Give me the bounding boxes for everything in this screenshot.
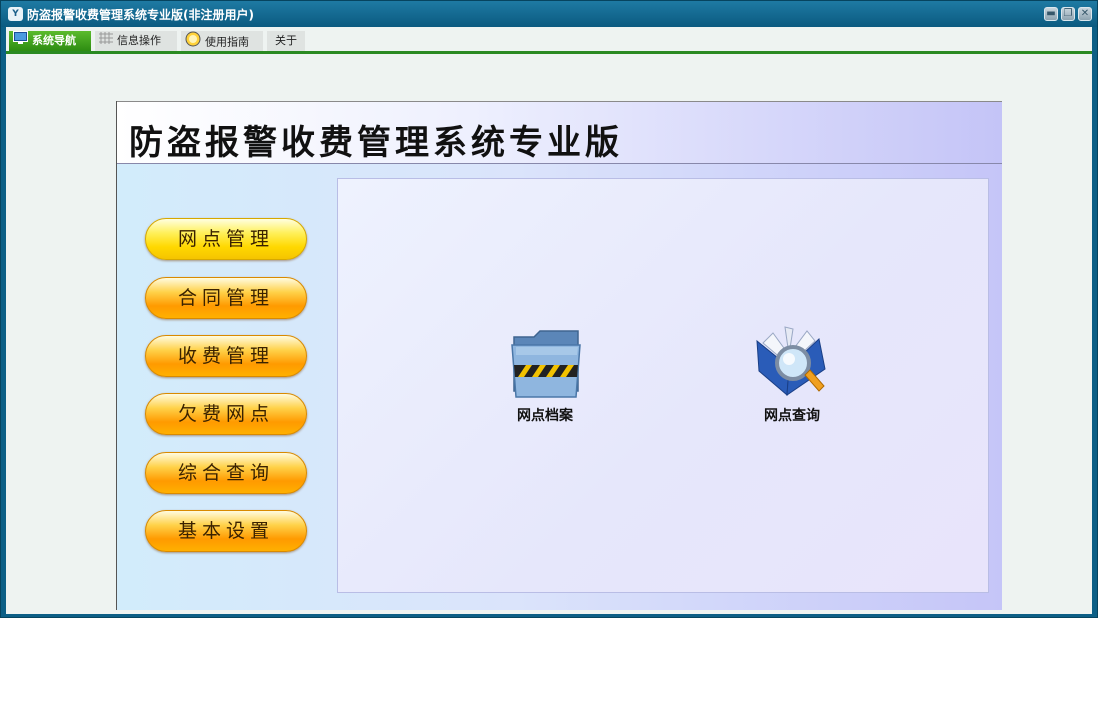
tab-system-navigation[interactable]: 系统导航	[9, 31, 91, 51]
window-title: 防盗报警收费管理系统专业版(非注册用户)	[27, 8, 254, 22]
tab-underline	[6, 51, 1092, 54]
tab-bar: 系统导航 信息操作 使用指南 关于	[6, 27, 1092, 54]
restore-icon: ❐	[1063, 8, 1073, 19]
panel-border	[116, 101, 117, 610]
menu-button-basic-settings[interactable]: 基本设置	[145, 510, 307, 552]
menu-button-site-management[interactable]: 网点管理	[145, 218, 307, 260]
tab-about[interactable]: 关于	[267, 31, 305, 51]
action-label: 网点查询	[764, 408, 820, 424]
menu-button-arrears-sites[interactable]: 欠费网点	[145, 393, 307, 435]
restore-button[interactable]: ❐	[1061, 7, 1075, 21]
tab-info-operation[interactable]: 信息操作	[95, 31, 177, 51]
search-book-icon	[753, 325, 833, 407]
site-query-action[interactable]: 网点查询	[727, 325, 857, 435]
app-logo-icon: Y	[8, 7, 23, 21]
app-window: Y 防盗报警收费管理系统专业版(非注册用户) ▬ ❐ ✕ 系统导航 信息操作 使…	[0, 0, 1098, 618]
banner-title: 防盗报警收费管理系统专业版	[129, 123, 623, 163]
navigation-panel: 防盗报警收费管理系统专业版 网点管理 合同管理 收费管理 欠费网点 综合查询 基…	[116, 101, 1002, 610]
content-area: 网点档案 网点查询	[337, 178, 989, 593]
tab-label: 使用指南	[205, 35, 249, 49]
title-bar[interactable]: Y 防盗报警收费管理系统专业版(非注册用户) ▬ ❐ ✕	[1, 1, 1097, 27]
grid-icon	[99, 31, 113, 51]
folder-icon	[508, 325, 584, 405]
tab-label: 系统导航	[32, 34, 76, 47]
banner-divider	[117, 163, 1002, 164]
minimize-button[interactable]: ▬	[1044, 7, 1058, 21]
menu-button-comprehensive-query[interactable]: 综合查询	[145, 452, 307, 494]
action-label: 网点档案	[517, 408, 573, 424]
client-area: 系统导航 信息操作 使用指南 关于 防盗报警收费管理系统专业版 网点管理 合同管…	[6, 27, 1092, 614]
tab-user-guide[interactable]: 使用指南	[181, 31, 263, 51]
site-archive-action[interactable]: 网点档案	[480, 325, 610, 435]
close-icon: ✕	[1080, 8, 1090, 19]
close-button[interactable]: ✕	[1078, 7, 1092, 21]
banner: 防盗报警收费管理系统专业版	[117, 102, 1002, 163]
monitor-icon	[13, 31, 28, 51]
menu-button-contract-management[interactable]: 合同管理	[145, 277, 307, 319]
tab-label: 关于	[275, 34, 297, 47]
tab-label: 信息操作	[117, 34, 161, 47]
menu-button-fee-management[interactable]: 收费管理	[145, 335, 307, 377]
minimize-icon: ▬	[1046, 8, 1056, 19]
